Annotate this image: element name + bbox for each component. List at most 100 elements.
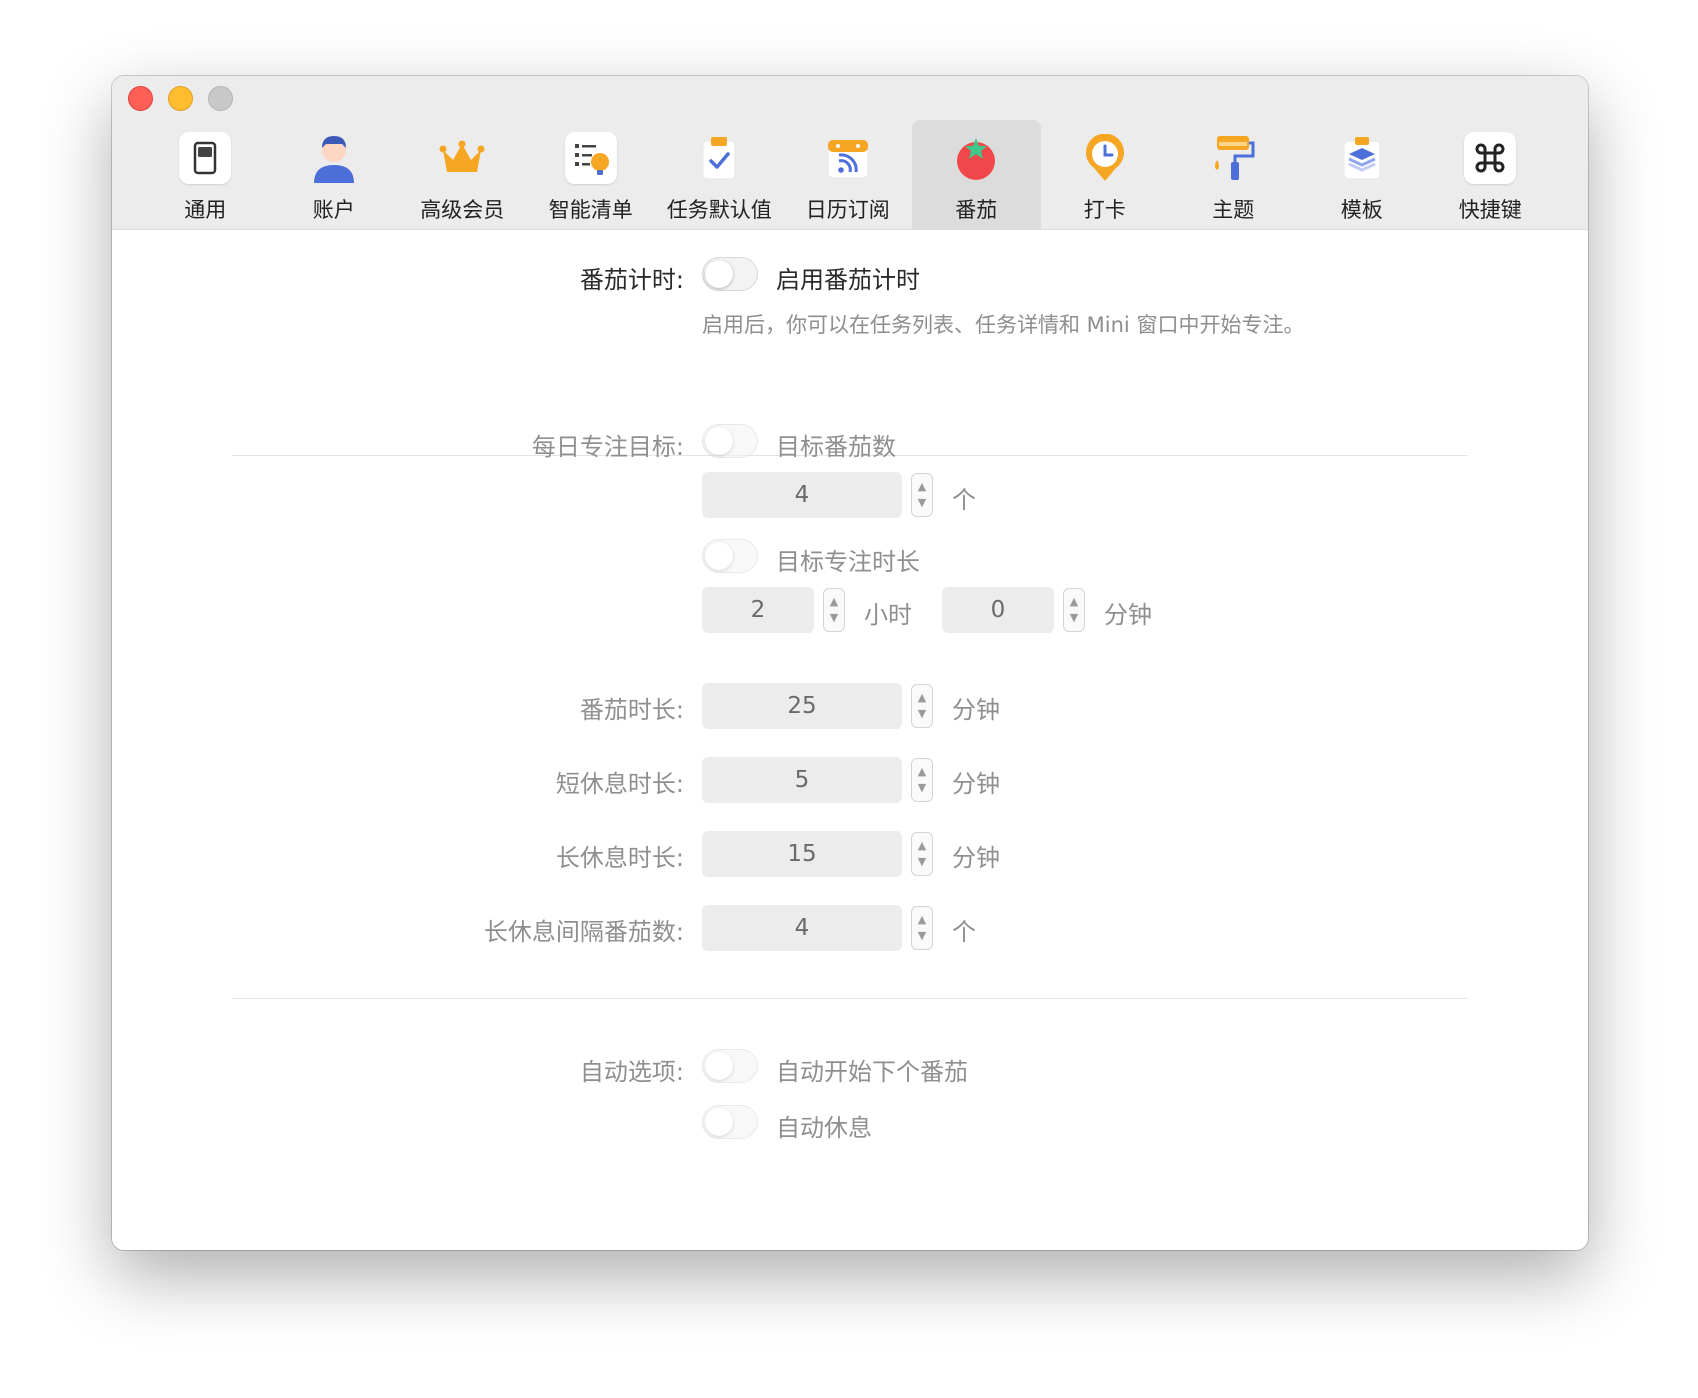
tab-label: 日历订阅 [805,198,890,222]
tab-general[interactable]: 通用 [141,120,270,230]
tab-account[interactable]: 账户 [270,120,399,230]
stepper-down-icon[interactable]: ▼ [918,706,926,722]
toggle-knob [705,427,733,455]
tab-task-defaults[interactable]: 任务默认值 [655,120,784,230]
target-pomo-count-text: 目标番茄数 [776,433,896,461]
clock-pin-icon [1079,132,1131,184]
daily-goal-label-text: 每日专注目标: [531,433,684,461]
tab-pomo[interactable]: 番茄 [912,120,1041,230]
preferences-window: 通用 账户 高级会员 智能清单 任务默认值 日历订阅 番茄 打卡 主题 模板 快… [112,76,1588,1250]
pomo-duration-label: 番茄时长: [579,696,684,724]
tab-label: 番茄 [955,198,998,222]
tab-label: 打卡 [1083,198,1126,222]
calendar-rss-icon [822,132,874,184]
long-break-interval-stepper[interactable]: ▲ ▼ [911,906,933,950]
zoom-button[interactable] [208,86,233,111]
target-pomo-count-stepper[interactable]: ▲ ▼ [911,473,933,517]
tab-label: 模板 [1340,198,1383,222]
stepper-down-icon[interactable]: ▼ [918,495,926,511]
tab-template[interactable]: 模板 [1298,120,1427,230]
paint-roller-icon [1207,132,1259,184]
auto-start-next-pomo-toggle[interactable] [702,1049,758,1083]
pomo-duration-field[interactable]: 25 [702,683,902,729]
pomo-duration-unit: 分钟 [952,696,1000,724]
minimize-button[interactable] [168,86,193,111]
short-break-label: 短休息时长: [555,770,684,798]
switch-icon [179,132,232,184]
stepper-down-icon[interactable]: ▼ [830,610,838,626]
stepper-up-icon[interactable]: ▲ [830,594,838,610]
target-focus-duration-text: 目标专注时长 [776,548,920,576]
target-pomo-count-toggle[interactable] [702,424,758,458]
long-break-field[interactable]: 15 [702,831,902,877]
tab-label: 主题 [1212,198,1255,222]
target-pomo-count-field[interactable]: 4 [702,472,902,518]
smart-list-icon [564,132,617,184]
tab-label: 智能清单 [548,198,633,222]
minutes-unit: 分钟 [1104,601,1152,629]
stepper-up-icon[interactable]: ▲ [918,479,926,495]
tab-calendar-subscription[interactable]: 日历订阅 [784,120,913,230]
target-hours-stepper[interactable]: ▲ ▼ [823,588,845,632]
layers-icon [1336,132,1388,184]
tomato-icon [950,132,1002,184]
toggle-knob [705,260,733,288]
toolbar: 通用 账户 高级会员 智能清单 任务默认值 日历订阅 番茄 打卡 主题 模板 快… [112,76,1588,230]
long-break-label: 长休息时长: [555,844,684,872]
stepper-up-icon[interactable]: ▲ [1070,594,1078,610]
tab-label: 通用 [184,198,227,222]
long-break-interval-label: 长休息间隔番茄数: [483,918,684,946]
tab-theme[interactable]: 主题 [1169,120,1298,230]
target-minutes-stepper[interactable]: ▲ ▼ [1063,588,1085,632]
short-break-unit: 分钟 [952,770,1000,798]
target-focus-duration-toggle[interactable] [702,539,758,573]
stepper-up-icon[interactable]: ▲ [918,764,926,780]
auto-break-toggle[interactable] [702,1105,758,1139]
tab-habit[interactable]: 打卡 [1041,120,1170,230]
user-icon [308,132,360,184]
pomo-settings-panel: 番茄计时: 启用番茄计时 启用后，你可以在任务列表、任务详情和 Mini 窗口中… [112,230,1588,1250]
short-break-field[interactable]: 5 [702,757,902,803]
stepper-up-icon[interactable]: ▲ [918,912,926,928]
pomo-hint: 启用后，你可以在任务列表、任务详情和 Mini 窗口中开始专注。 [702,313,1305,337]
target-minutes-field[interactable]: 0 [942,587,1054,633]
stepper-down-icon[interactable]: ▼ [1070,610,1078,626]
preferences-tabs: 通用 账户 高级会员 智能清单 任务默认值 日历订阅 番茄 打卡 主题 模板 快… [141,120,1555,230]
pomo-timer-label: 番茄计时: [579,266,684,294]
short-break-stepper[interactable]: ▲ ▼ [911,758,933,802]
tab-label: 账户 [312,198,355,222]
tab-label: 任务默认值 [666,198,772,222]
stepper-up-icon[interactable]: ▲ [918,690,926,706]
hours-unit: 小时 [864,601,912,629]
enable-pomo-text: 启用番茄计时 [776,266,920,294]
stepper-down-icon[interactable]: ▼ [918,928,926,944]
toggle-knob [705,1108,733,1136]
close-button[interactable] [128,86,153,111]
long-break-interval-field[interactable]: 4 [702,905,902,951]
clipboard-check-icon [693,132,745,184]
long-break-unit: 分钟 [952,844,1000,872]
tab-premium[interactable]: 高级会员 [398,120,527,230]
long-break-stepper[interactable]: ▲ ▼ [911,832,933,876]
count-unit: 个 [952,486,976,514]
divider [232,998,1468,999]
toggle-knob [705,542,733,570]
stepper-down-icon[interactable]: ▼ [918,854,926,870]
crown-icon [436,132,488,184]
toggle-knob [705,1052,733,1080]
auto-start-next-pomo-text: 自动开始下个番茄 [776,1058,968,1086]
enable-pomo-toggle[interactable] [702,257,758,291]
tab-shortcuts[interactable]: 快捷键 [1426,120,1555,230]
long-break-interval-unit: 个 [952,918,976,946]
tab-label: 快捷键 [1458,198,1522,222]
target-hours-field[interactable]: 2 [702,587,814,633]
auto-options-label: 自动选项: [579,1058,684,1086]
daily-goal-label: 每日专注目标: [532,427,684,462]
command-icon [1464,132,1517,184]
tab-smart-list[interactable]: 智能清单 [527,120,656,230]
stepper-down-icon[interactable]: ▼ [918,780,926,796]
pomo-duration-stepper[interactable]: ▲ ▼ [911,684,933,728]
stepper-up-icon[interactable]: ▲ [918,838,926,854]
tab-label: 高级会员 [420,198,505,222]
auto-break-text: 自动休息 [776,1114,872,1142]
